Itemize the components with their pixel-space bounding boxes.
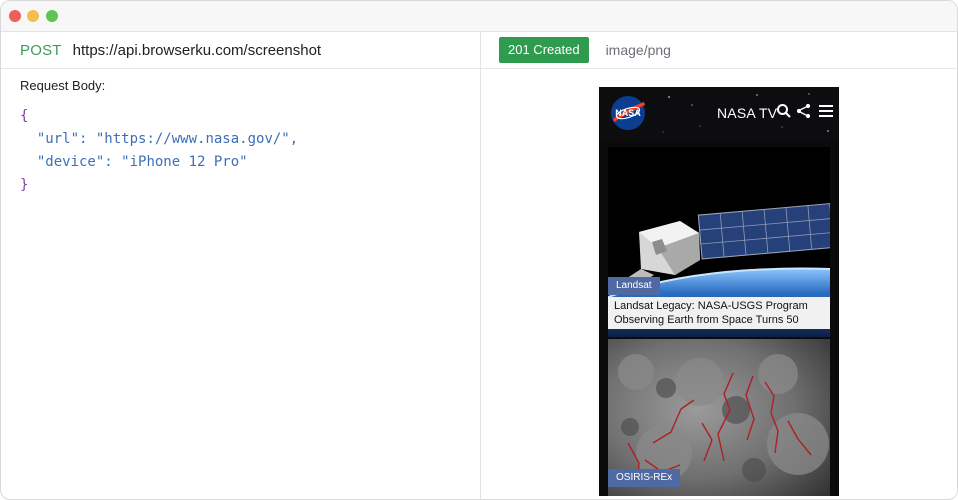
search-icon[interactable] <box>775 102 793 120</box>
article-tag[interactable]: Landsat <box>608 277 660 295</box>
article-title[interactable]: Landsat Legacy: NASA-USGS Program Observ… <box>608 297 830 329</box>
request-pane: POST https://api.browserku.com/screensho… <box>1 32 481 499</box>
request-url[interactable]: https://api.browserku.com/screenshot <box>73 42 321 59</box>
json-value-url: "https://www.nasa.gov/" <box>95 131 290 147</box>
article-card-osiris-rex[interactable]: OSIRIS-REx <box>608 339 830 496</box>
article-card-landsat[interactable]: Landsat Landsat Legacy: NASA-USGS Progra… <box>608 147 830 337</box>
json-value-device: "iPhone 12 Pro" <box>121 154 248 170</box>
app-window: POST https://api.browserku.com/screensho… <box>0 0 958 500</box>
json-open-brace: { <box>20 108 29 124</box>
article-tag[interactable]: OSIRIS-REx <box>608 469 681 487</box>
json-key-url: "url" <box>36 131 80 147</box>
json-close-brace: } <box>20 177 29 193</box>
screenshot-preview[interactable]: NASA NASA TV Landsat Landsat Legacy: NAS… <box>599 87 839 496</box>
maximize-dot[interactable] <box>46 10 58 22</box>
content-type: image/png <box>605 42 671 58</box>
http-method: POST <box>20 41 62 59</box>
title-bar <box>1 1 957 32</box>
share-icon[interactable] <box>795 102 813 120</box>
nasa-tv-link[interactable]: NASA TV <box>717 105 777 121</box>
response-pane: 201 Created image/png NASA NASA TV Lands… <box>481 32 957 499</box>
nasa-logo[interactable]: NASA <box>610 95 646 131</box>
svg-text:NASA: NASA <box>615 108 641 118</box>
close-dot[interactable] <box>9 10 21 22</box>
json-key-device: "device" <box>36 154 105 170</box>
status-badge: 201 Created <box>499 37 589 63</box>
request-line: POST https://api.browserku.com/screensho… <box>1 32 480 69</box>
request-body-json[interactable]: { "url": "https://www.nasa.gov/", "devic… <box>20 105 298 197</box>
request-body-label: Request Body: <box>20 78 106 93</box>
nasa-site-header: NASA NASA TV <box>599 87 839 139</box>
menu-icon[interactable] <box>817 102 835 120</box>
response-line: 201 Created image/png <box>481 32 957 69</box>
minimize-dot[interactable] <box>27 10 39 22</box>
